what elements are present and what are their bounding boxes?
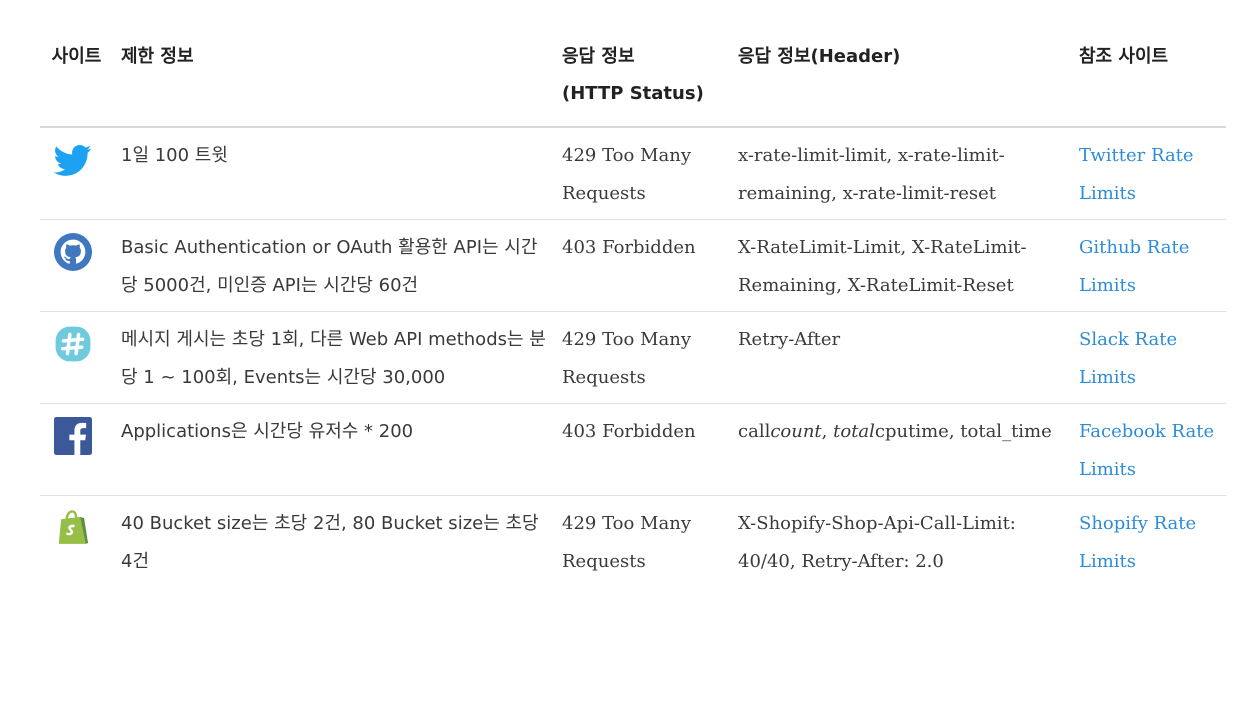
rate-limit-table: 사이트 제한 정보 응답 정보 (HTTP Status) 응답 정보(Head… bbox=[40, 38, 1226, 587]
status-cell: 429 Too Many Requests bbox=[562, 513, 692, 572]
status-cell: 429 Too Many Requests bbox=[554, 311, 730, 404]
header-part: , bbox=[821, 421, 834, 442]
header-part: call bbox=[738, 421, 771, 442]
site-logo-cell bbox=[40, 219, 113, 312]
slack-hash-icon bbox=[55, 326, 91, 362]
limit-cell: 40 Bucket size는 초당 2건, 80 Bucket size는 초… bbox=[121, 513, 539, 572]
header-limit: 제한 정보 bbox=[113, 38, 554, 128]
header-part-italic: total bbox=[833, 421, 875, 442]
limit-cell: Applications은 시간당 유저수 * 200 bbox=[113, 403, 554, 496]
header-part: cputime, total_time bbox=[874, 421, 1052, 442]
reference-cell: Twitter Rate Limits bbox=[1071, 127, 1226, 220]
table-row: 40 Bucket size는 초당 2건, 80 Bucket size는 초… bbox=[40, 496, 1226, 588]
site-logo-cell bbox=[40, 496, 113, 588]
header-cell: X-RateLimit-Limit, X-RateLimit-Remaining… bbox=[730, 219, 1071, 312]
shopify-rate-limits-link[interactable]: Shopify Rate Limits bbox=[1079, 513, 1196, 572]
slack-rate-limits-link[interactable]: Slack Rate Limits bbox=[1079, 329, 1177, 388]
table-header-row: 사이트 제한 정보 응답 정보 (HTTP Status) 응답 정보(Head… bbox=[40, 38, 1226, 128]
header-status-line2: (HTTP Status) bbox=[562, 83, 704, 104]
header-cell: X-Shopify-Shop-Api-Call-Limit: 40/40, Re… bbox=[738, 513, 1016, 572]
table-row: Applications은 시간당 유저수 * 200 403 Forbidde… bbox=[40, 403, 1226, 496]
header-status-line1: 응답 정보 bbox=[562, 46, 635, 67]
table-row: 메시지 게시는 초당 1회, 다른 Web API methods는 분당 1 … bbox=[40, 311, 1226, 404]
reference-cell: Github Rate Limits bbox=[1071, 219, 1226, 312]
header-cell: callcount, totalcputime, total_time bbox=[730, 403, 1071, 496]
header-reference: 참조 사이트 bbox=[1071, 38, 1226, 128]
twitter-bird-icon bbox=[54, 144, 92, 176]
header-cell: Retry-After bbox=[730, 311, 1071, 404]
twitter-rate-limits-link[interactable]: Twitter Rate Limits bbox=[1079, 145, 1194, 204]
limit-cell: Basic Authentication or OAuth 활용한 API는 시… bbox=[113, 219, 554, 312]
header-part-italic: count bbox=[770, 421, 822, 442]
header-cell: x-rate-limit-limit, x-rate-limit-remaini… bbox=[730, 127, 1071, 220]
status-cell: 403 Forbidden bbox=[554, 219, 730, 312]
reference-cell: Facebook Rate Limits bbox=[1071, 403, 1226, 496]
reference-cell: Slack Rate Limits bbox=[1071, 311, 1226, 404]
header-site: 사이트 bbox=[40, 38, 113, 128]
github-octocat-icon bbox=[54, 233, 92, 271]
status-cell: 403 Forbidden bbox=[554, 403, 730, 496]
site-logo-cell bbox=[40, 311, 113, 404]
site-logo-cell bbox=[40, 127, 113, 220]
reference-cell: Shopify Rate Limits bbox=[1071, 496, 1226, 588]
facebook-rate-limits-link[interactable]: Facebook Rate Limits bbox=[1079, 421, 1214, 480]
limit-cell: 메시지 게시는 초당 1회, 다른 Web API methods는 분당 1 … bbox=[113, 311, 554, 404]
header-header: 응답 정보(Header) bbox=[730, 38, 1071, 128]
table-row: 1일 100 트윗 429 Too Many Requests x-rate-l… bbox=[40, 127, 1226, 220]
site-logo-cell bbox=[40, 403, 113, 496]
limit-cell: 1일 100 트윗 bbox=[113, 127, 554, 220]
status-cell: 429 Too Many Requests bbox=[554, 127, 730, 220]
github-rate-limits-link[interactable]: Github Rate Limits bbox=[1079, 237, 1189, 296]
shopify-bag-icon bbox=[58, 510, 89, 544]
table-row: Basic Authentication or OAuth 활용한 API는 시… bbox=[40, 219, 1226, 312]
header-status: 응답 정보 (HTTP Status) bbox=[554, 38, 730, 128]
facebook-f-icon bbox=[54, 417, 92, 455]
